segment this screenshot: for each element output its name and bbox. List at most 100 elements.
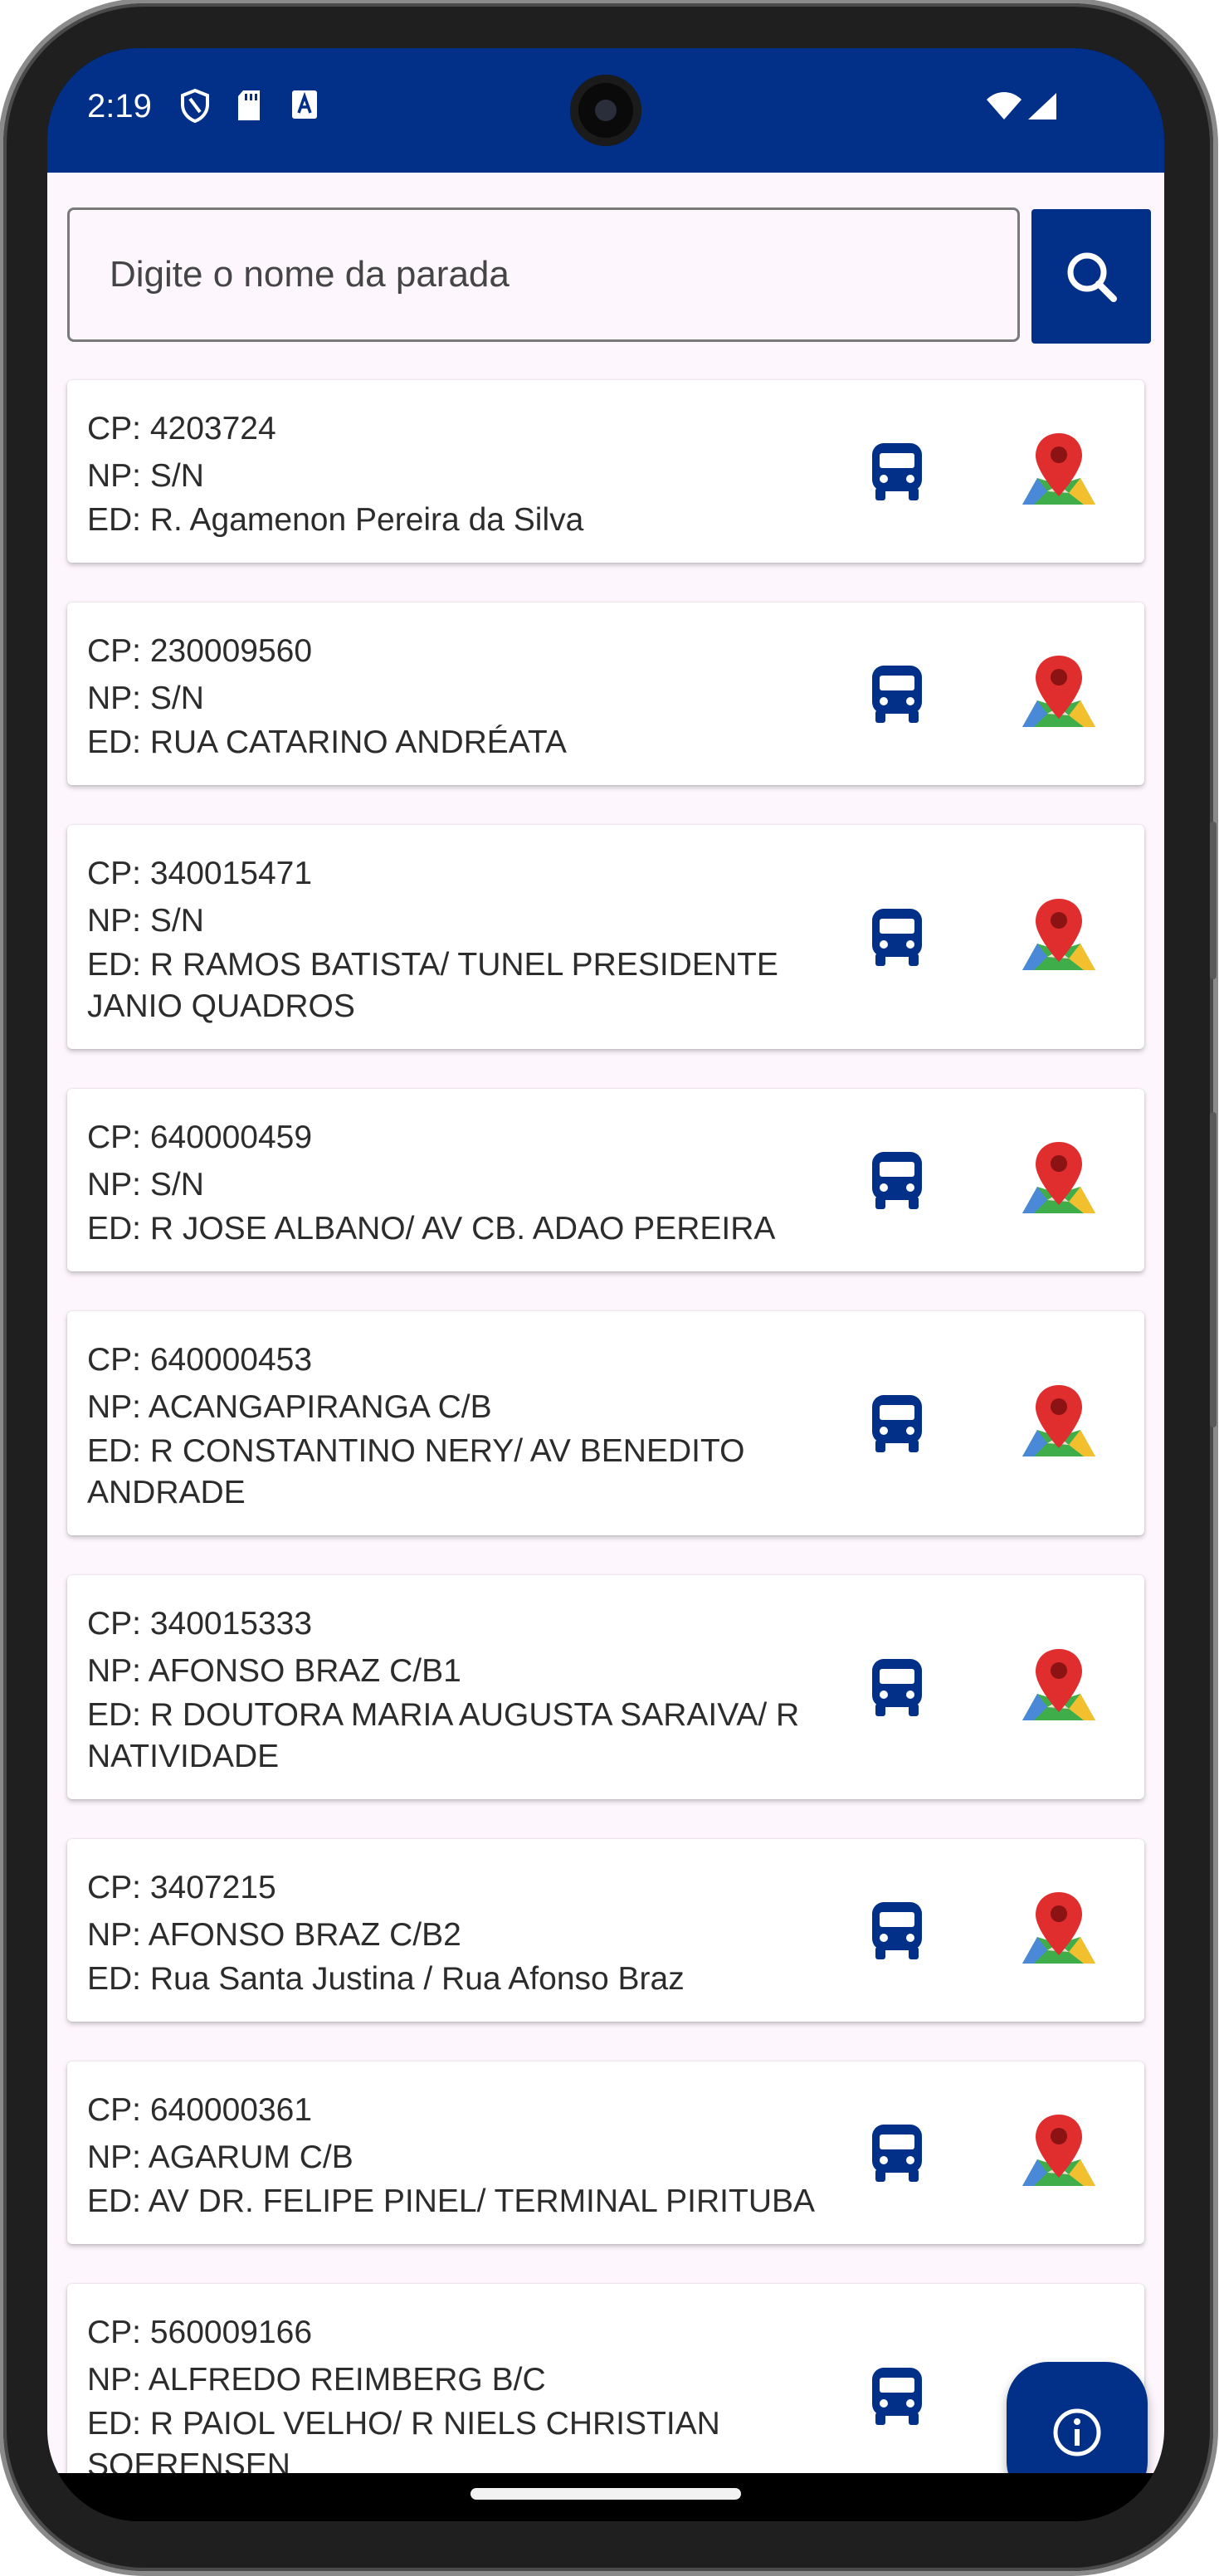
bus-lines-button[interactable] — [864, 1651, 930, 1724]
stop-info: CP: 3407215 NP: AFONSO BRAZ C/B2 ED: Rua… — [87, 1864, 834, 2000]
stop-info: CP: 4203724 NP: S/N ED: R. Agamenon Pere… — [87, 405, 834, 541]
bus-lines-button[interactable] — [864, 435, 930, 508]
stop-address: ED: RUA CATARINO ANDRÉATA — [87, 724, 567, 760]
power-button — [1210, 1112, 1217, 1427]
stop-code: CP: 640000453 — [87, 1342, 313, 1378]
stop-card: CP: 230009560 NP: S/N ED: RUA CATARINO A… — [67, 603, 1144, 785]
map-location-button[interactable] — [1013, 1134, 1104, 1226]
stop-card: CP: 640000459 NP: S/N ED: R JOSE ALBANO/… — [67, 1089, 1144, 1271]
front-camera — [570, 75, 641, 146]
stop-card: CP: 640000361 NP: AGARUM C/B ED: AV DR. … — [67, 2061, 1144, 2244]
home-indicator[interactable] — [471, 2488, 741, 2500]
bus-icon — [869, 1656, 925, 1719]
stop-code: CP: 230009560 — [87, 633, 313, 669]
bus-icon — [869, 1392, 925, 1455]
info-icon — [1051, 2406, 1104, 2459]
navigation-bar — [47, 2473, 1164, 2521]
stop-name: NP: S/N — [87, 458, 204, 494]
stop-code: CP: 640000361 — [87, 2092, 313, 2128]
search-bar — [67, 207, 1151, 345]
stop-name: NP: AFONSO BRAZ C/B2 — [87, 1917, 461, 1953]
signal-icon — [1026, 91, 1058, 125]
stop-name: NP: AFONSO BRAZ C/B1 — [87, 1653, 461, 1689]
stop-code: CP: 340015471 — [87, 856, 313, 891]
bus-lines-button[interactable] — [864, 1387, 930, 1460]
bus-icon — [869, 2121, 925, 2184]
bus-icon — [869, 905, 925, 968]
stop-info: CP: 640000361 NP: AGARUM C/B ED: AV DR. … — [87, 2086, 834, 2222]
stop-card: CP: 340015471 NP: S/N ED: R RAMOS BATIST… — [67, 825, 1144, 1049]
bus-lines-button[interactable] — [864, 2359, 930, 2432]
stop-name: NP: S/N — [87, 1167, 204, 1203]
map-pin-icon — [1019, 2111, 1099, 2194]
stop-code: CP: 4203724 — [87, 411, 276, 446]
map-location-button[interactable] — [1013, 2107, 1104, 2198]
screen: 2:19 Digite o nome da parada CP: 4203724… — [47, 48, 1164, 2521]
map-pin-icon — [1019, 1646, 1099, 1729]
bus-lines-button[interactable] — [864, 1144, 930, 1217]
stop-card: CP: 4203724 NP: S/N ED: R. Agamenon Pere… — [67, 380, 1144, 563]
bus-icon — [869, 2364, 925, 2427]
map-location-button[interactable] — [1013, 1885, 1104, 1976]
keyboard-a-icon — [290, 88, 319, 125]
sd-card-icon — [235, 88, 263, 127]
stop-name: NP: S/N — [87, 681, 204, 716]
stop-address: ED: R PAIOL VELHO/ R NIELS CHRISTIAN SOE… — [87, 2406, 720, 2473]
stop-address: ED: Rua Santa Justina / Rua Afonso Braz — [87, 1961, 685, 1997]
stop-address: ED: R JOSE ALBANO/ AV CB. ADAO PEREIRA — [87, 1211, 776, 1247]
stop-card: CP: 3407215 NP: AFONSO BRAZ C/B2 ED: Rua… — [67, 1839, 1144, 2022]
stop-address: ED: R DOUTORA MARIA AUGUSTA SARAIVA/ R N… — [87, 1697, 800, 1774]
bus-lines-button[interactable] — [864, 1894, 930, 1967]
stop-name: NP: AGARUM C/B — [87, 2139, 354, 2175]
map-pin-icon — [1019, 430, 1099, 513]
stop-address: ED: R. Agamenon Pereira da Silva — [87, 502, 584, 538]
search-button[interactable] — [1031, 209, 1151, 344]
map-location-button[interactable] — [1013, 891, 1104, 983]
bus-icon — [869, 662, 925, 725]
stop-info: CP: 230009560 NP: S/N ED: RUA CATARINO A… — [87, 627, 834, 764]
stop-info: CP: 560009166 NP: ALFREDO REIMBERG B/C E… — [87, 2309, 834, 2473]
stop-info: CP: 340015333 NP: AFONSO BRAZ C/B1 ED: R… — [87, 1600, 834, 1778]
info-button[interactable] — [1007, 2362, 1148, 2473]
stop-list: CP: 4203724 NP: S/N ED: R. Agamenon Pere… — [67, 380, 1144, 2473]
app-content: CP: 4203724 NP: S/N ED: R. Agamenon Pere… — [47, 173, 1164, 2473]
map-location-button[interactable] — [1013, 426, 1104, 517]
status-bar: 2:19 — [47, 48, 1164, 173]
map-location-button[interactable] — [1013, 648, 1104, 739]
map-location-button[interactable] — [1013, 1642, 1104, 1733]
stop-info: CP: 340015471 NP: S/N ED: R RAMOS BATIST… — [87, 850, 834, 1027]
bus-lines-button[interactable] — [864, 2116, 930, 2189]
stop-address: ED: AV DR. FELIPE PINEL/ TERMINAL PIRITU… — [87, 2183, 816, 2219]
bus-icon — [869, 1899, 925, 1962]
stop-code: CP: 340015333 — [87, 1606, 313, 1642]
stop-info: CP: 640000453 NP: ACANGAPIRANGA C/B ED: … — [87, 1336, 834, 1514]
bus-icon — [869, 440, 925, 503]
map-location-button[interactable] — [1013, 1378, 1104, 1469]
map-pin-icon — [1019, 652, 1099, 735]
map-pin-icon — [1019, 1382, 1099, 1465]
stop-code: CP: 560009166 — [87, 2315, 313, 2350]
stop-code: CP: 3407215 — [87, 1870, 276, 1905]
stop-address: ED: R RAMOS BATISTA/ TUNEL PRESIDENTE JA… — [87, 947, 778, 1024]
search-icon — [1062, 247, 1120, 305]
bus-icon — [869, 1149, 925, 1212]
stop-info: CP: 640000459 NP: S/N ED: R JOSE ALBANO/… — [87, 1114, 834, 1250]
stop-card: CP: 640000453 NP: ACANGAPIRANGA C/B ED: … — [67, 1311, 1144, 1535]
map-pin-icon — [1019, 1139, 1099, 1222]
stop-address: ED: R CONSTANTINO NERY/ AV BENEDITO ANDR… — [87, 1433, 745, 1510]
bus-lines-button[interactable] — [864, 657, 930, 730]
map-pin-icon — [1019, 1889, 1099, 1972]
shield-icon — [178, 88, 212, 127]
stop-name: NP: S/N — [87, 903, 204, 939]
stop-card: CP: 560009166 NP: ALFREDO REIMBERG B/C E… — [67, 2284, 1144, 2473]
bus-lines-button[interactable] — [864, 900, 930, 973]
search-input[interactable] — [67, 207, 1020, 342]
stop-name: NP: ALFREDO REIMBERG B/C — [87, 2362, 546, 2398]
stop-card: CP: 340015333 NP: AFONSO BRAZ C/B1 ED: R… — [67, 1575, 1144, 1799]
wifi-icon — [985, 91, 1023, 125]
stop-name: NP: ACANGAPIRANGA C/B — [87, 1389, 492, 1425]
volume-button — [1210, 822, 1217, 979]
stop-code: CP: 640000459 — [87, 1120, 313, 1155]
map-pin-icon — [1019, 895, 1099, 978]
status-time: 2:19 — [87, 88, 152, 124]
